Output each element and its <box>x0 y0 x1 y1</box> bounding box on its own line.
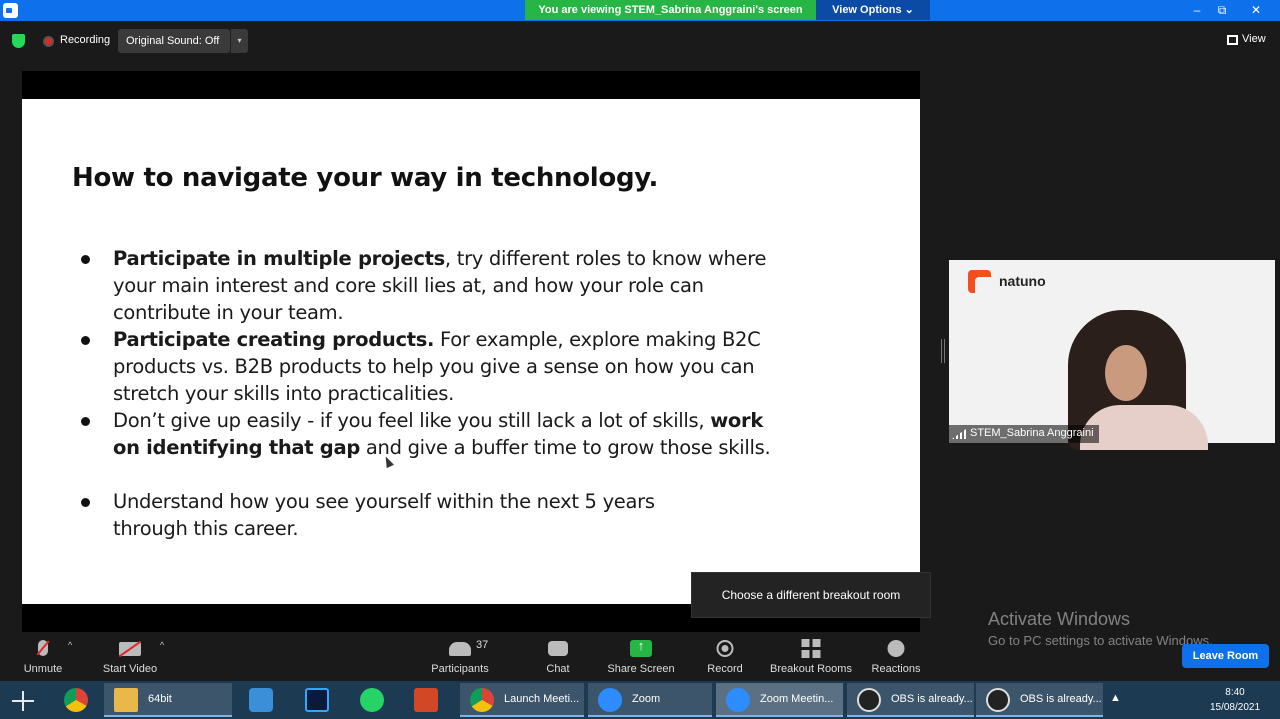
bullet-icon <box>78 494 92 508</box>
participant-name: STEM_Sabrina Anggraini <box>970 427 1094 439</box>
system-clock[interactable]: 8:40 15/08/2021 <box>1200 685 1270 715</box>
reactions-button[interactable]: Reactions <box>868 636 924 680</box>
unmute-button[interactable]: Unmute <box>14 636 72 680</box>
view-button[interactable]: View <box>1242 33 1266 45</box>
start-video-label: Start Video <box>102 663 158 675</box>
record-label: Record <box>707 663 743 675</box>
breakout-tooltip: Choose a different breakout room <box>691 572 931 618</box>
natuno-logo-icon <box>968 270 991 293</box>
breakout-rooms-label: Breakout Rooms <box>770 663 852 675</box>
obs-icon <box>986 688 1010 712</box>
record-icon <box>716 640 734 657</box>
chat-button[interactable]: Chat <box>535 636 581 680</box>
start-video-button[interactable]: Start Video <box>96 636 164 680</box>
taskbar-zoom-meeting[interactable]: Zoom Meetin... <box>716 683 843 717</box>
participants-label: Participants <box>431 663 489 675</box>
taskbar-folder-64bit[interactable]: 64bit <box>104 683 232 717</box>
activate-windows-title: Activate Windows <box>988 609 1131 629</box>
speaker-body <box>1080 405 1208 450</box>
taskbar-obs-2[interactable]: OBS is already... <box>976 683 1103 717</box>
record-dot-icon <box>43 36 54 47</box>
close-button[interactable]: ✕ <box>1242 0 1270 20</box>
zoom-icon <box>598 688 622 712</box>
breakout-rooms-icon <box>801 639 821 658</box>
participants-icon <box>449 642 471 656</box>
obs-icon <box>857 688 881 712</box>
mic-muted-icon <box>38 640 48 656</box>
share-screen-icon <box>630 638 652 657</box>
record-button[interactable]: Record <box>700 636 750 680</box>
slide-bullet-1: Participate in multiple projects, try di… <box>113 247 767 324</box>
system-tray-caret[interactable]: ▲ <box>1110 692 1127 704</box>
natuno-logo-text: natuno <box>999 273 1046 289</box>
unmute-label: Unmute <box>23 663 63 675</box>
reactions-label: Reactions <box>871 663 921 675</box>
slide-title: How to navigate your way in technology. <box>72 163 659 193</box>
calculator-icon[interactable] <box>249 688 273 712</box>
original-sound-dropdown[interactable]: ▾ <box>230 29 248 53</box>
view-options-button[interactable]: View Options ⌄ <box>816 0 930 20</box>
audio-options-caret[interactable]: ^ <box>68 640 72 650</box>
taskbar-obs-1[interactable]: OBS is already... <box>847 683 974 717</box>
minimize-button[interactable]: – <box>1183 0 1211 20</box>
maximize-button[interactable]: ⧉ <box>1208 0 1236 20</box>
bullet-icon <box>78 332 92 346</box>
bullet-icon <box>78 413 92 427</box>
viewing-banner: You are viewing STEM_Sabrina Anggraini's… <box>525 0 816 20</box>
photoshop-icon[interactable] <box>305 688 329 712</box>
chrome-icon[interactable] <box>64 688 88 712</box>
slide-bullet-4: Understand how you see yourself within t… <box>113 490 655 540</box>
share-screen-label: Share Screen <box>607 663 675 675</box>
windows-start-icon[interactable] <box>12 691 34 711</box>
resize-handle[interactable] <box>941 339 945 363</box>
whatsapp-icon[interactable] <box>360 688 384 712</box>
clock-time: 8:40 <box>1225 687 1245 698</box>
leave-room-button[interactable]: Leave Room <box>1182 644 1269 668</box>
chrome-icon <box>470 688 494 712</box>
original-sound-button[interactable]: Original Sound: Off <box>118 29 230 53</box>
chat-icon <box>548 641 568 656</box>
zoom-icon <box>3 3 18 18</box>
shield-icon[interactable] <box>12 34 25 48</box>
share-screen-button[interactable]: Share Screen <box>603 636 679 680</box>
taskbar-zoom[interactable]: Zoom <box>588 683 712 717</box>
activate-windows-subtitle: Go to PC settings to activate Windows. <box>988 633 1213 648</box>
video-options-caret[interactable]: ^ <box>160 640 164 650</box>
speaker-face <box>1105 345 1147 401</box>
breakout-rooms-button[interactable]: Breakout Rooms <box>766 636 856 680</box>
video-off-icon <box>119 642 141 656</box>
taskbar-chrome-launch-meeting[interactable]: Launch Meeti... <box>460 683 584 717</box>
participant-count: 37 <box>476 639 489 651</box>
zoom-icon <box>726 688 750 712</box>
slide-bullet-2: Participate creating products. For examp… <box>113 328 761 405</box>
slide-bullet-3: Don’t give up easily - if you feel like … <box>113 409 771 459</box>
grid-view-icon <box>1227 35 1238 45</box>
reactions-icon <box>887 640 905 657</box>
recording-label: Recording <box>60 34 111 46</box>
chat-label: Chat <box>546 663 570 675</box>
bullet-icon <box>78 251 92 265</box>
clock-date: 15/08/2021 <box>1209 702 1261 713</box>
folder-icon <box>114 688 138 712</box>
powerpoint-icon[interactable] <box>414 688 438 712</box>
